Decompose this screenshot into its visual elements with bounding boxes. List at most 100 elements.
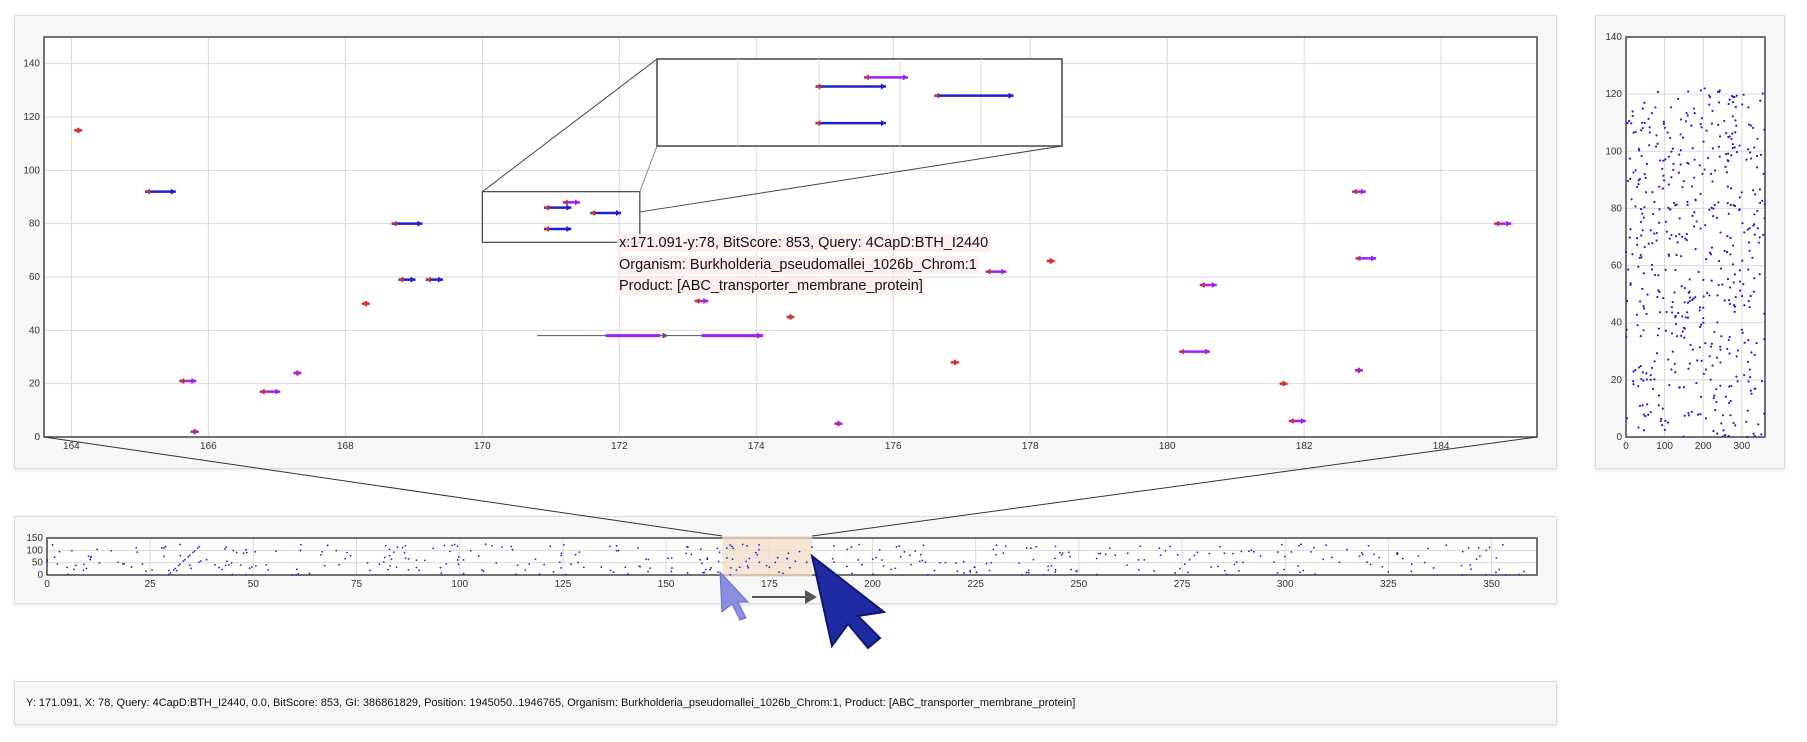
overview-point [197, 561, 200, 564]
side-point [1763, 338, 1766, 341]
overview-point [395, 566, 398, 569]
overview-point [560, 566, 562, 569]
overview-point [609, 569, 612, 572]
overview-point [1300, 543, 1302, 546]
side-point [1662, 179, 1666, 182]
side-point [1678, 233, 1681, 236]
overview-x-tick-label: 25 [145, 579, 157, 590]
side-point [1670, 233, 1673, 237]
overview-point [710, 566, 712, 569]
side-point [1700, 323, 1703, 326]
side-point [1760, 380, 1764, 383]
overview-point [1280, 543, 1283, 546]
overview-point [875, 556, 877, 559]
overview-point [1223, 552, 1226, 555]
overview-point [53, 556, 56, 559]
overview-point [187, 555, 190, 558]
side-point [1704, 417, 1707, 420]
side-point [1758, 188, 1762, 191]
side-point [1749, 157, 1753, 160]
overview-point [56, 563, 59, 565]
side-point [1665, 230, 1668, 233]
overview-point [647, 570, 649, 573]
overview-point [242, 552, 245, 555]
side-point [1726, 185, 1729, 188]
overview-point [177, 564, 180, 567]
overview-point [1461, 550, 1464, 553]
side-point [1646, 403, 1649, 406]
side-point [1718, 135, 1722, 138]
side-point [1636, 185, 1639, 189]
side-point [1753, 353, 1756, 357]
side-scatter-plot[interactable]: 0 100 200 300 0 20 40 60 80 100 120 140 [1605, 32, 1766, 452]
tooltip-line-3: Product: [ABC_transporter_membrane_prote… [617, 277, 925, 295]
overview-point [491, 544, 494, 547]
overview-point [745, 560, 748, 563]
overview-point [1047, 565, 1049, 568]
side-point [1645, 378, 1648, 381]
side-point [1740, 328, 1744, 331]
side-point [1734, 119, 1737, 122]
side-point [1675, 203, 1678, 206]
side-point [1697, 270, 1700, 274]
overview-point [637, 547, 639, 549]
side-point [1758, 273, 1761, 276]
side-point [1699, 227, 1702, 230]
overview-point [448, 550, 451, 553]
overview-point [560, 552, 563, 555]
overview-point [1025, 547, 1028, 549]
overview-point [1460, 564, 1463, 567]
side-point [1726, 202, 1729, 205]
overview-point [1259, 555, 1262, 557]
overview-point [1290, 551, 1293, 553]
overview-point [321, 550, 324, 553]
side-point [1753, 223, 1756, 226]
overview-point [224, 564, 227, 567]
side-point [1634, 369, 1637, 372]
overview-point [515, 573, 518, 576]
overview-point [1325, 544, 1327, 547]
overview-point [344, 557, 347, 560]
side-point [1728, 135, 1731, 138]
overview-point [1381, 565, 1384, 568]
overview-scatter-strip[interactable]: 0 25 50 75 100 125 150 175 200 225 250 275 300 325 350… [26, 533, 1538, 590]
overview-point [686, 572, 689, 574]
overview-point [130, 566, 133, 568]
overview-point [944, 561, 947, 564]
overview-point [831, 557, 834, 560]
overview-point [66, 566, 68, 569]
side-point [1738, 144, 1741, 147]
side-point [1741, 222, 1744, 225]
main-x-tick-label: 174 [748, 441, 765, 452]
side-point [1735, 150, 1739, 154]
side-point [1712, 396, 1715, 400]
side-point [1631, 253, 1634, 256]
overview-point [1330, 556, 1333, 559]
side-point [1672, 168, 1675, 171]
side-point [1727, 434, 1730, 438]
side-point [1703, 87, 1706, 90]
overview-point [469, 550, 472, 552]
overview-point [922, 544, 925, 547]
side-point [1755, 154, 1759, 158]
side-point [1705, 257, 1708, 261]
side-point [1681, 136, 1685, 139]
overview-point [1069, 555, 1071, 558]
overview-point [871, 558, 874, 561]
overview-point [725, 557, 728, 559]
overview-point [457, 556, 460, 558]
side-point [1663, 428, 1667, 431]
side-point [1667, 183, 1671, 186]
side-point [1625, 417, 1629, 420]
overview-point [96, 548, 99, 551]
overview-point [615, 544, 618, 547]
side-point [1729, 236, 1732, 240]
side-point [1718, 155, 1721, 158]
overview-point [89, 558, 92, 561]
side-point [1639, 208, 1643, 211]
overview-point [988, 569, 991, 572]
side-point [1741, 103, 1744, 106]
overview-point [457, 563, 460, 566]
side-x-tick-label: 100 [1656, 441, 1673, 452]
side-point [1687, 367, 1690, 370]
